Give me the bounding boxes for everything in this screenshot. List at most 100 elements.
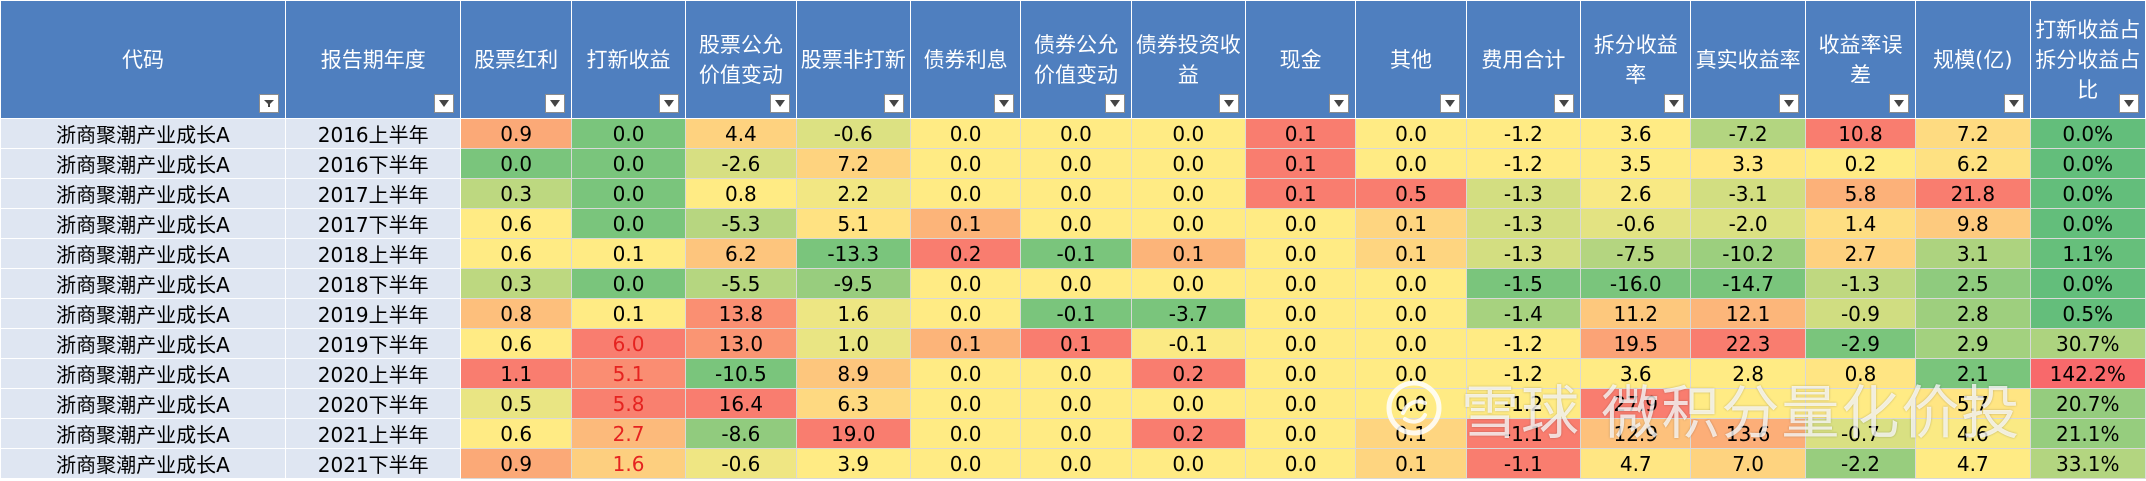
cell-split-return[interactable]: 3.6 xyxy=(1580,118,1692,149)
cell-ipo-return[interactable]: 0.0 xyxy=(570,178,687,209)
filter-dropdown-icon[interactable] xyxy=(434,94,455,113)
cell-stock-dividend[interactable]: 0.9 xyxy=(460,448,572,479)
cell-stock-non-ipo[interactable]: 1.0 xyxy=(795,328,911,359)
cell-stock-non-ipo[interactable]: 2.2 xyxy=(795,178,911,209)
cell-other[interactable]: 0.1 xyxy=(1355,238,1467,269)
cell-ipo-share[interactable]: 21.1% xyxy=(2029,418,2146,449)
filter-dropdown-icon[interactable] xyxy=(1889,94,1910,113)
cell-ipo-return[interactable]: 0.1 xyxy=(570,238,687,269)
cell-bond-interest[interactable]: 0.1 xyxy=(909,328,1022,359)
cell-real-return[interactable]: 3.3 xyxy=(1690,148,1806,179)
column-header-total-fees[interactable]: 费用合计 xyxy=(1465,0,1582,119)
cell-fund-name[interactable]: 浙商聚潮产业成长A xyxy=(0,388,286,419)
cell-stock-fair-value[interactable]: -0.6 xyxy=(685,448,797,479)
cell-bond-fair-value[interactable]: 0.1 xyxy=(1020,328,1132,359)
cell-bond-fair-value[interactable]: -0.1 xyxy=(1020,298,1132,329)
cell-cash[interactable]: 0.1 xyxy=(1244,118,1357,149)
column-header-return-error[interactable]: 收益率误差 xyxy=(1804,0,1917,119)
cell-return-error[interactable]: -1.3 xyxy=(1804,268,1917,299)
cell-stock-fair-value[interactable]: 13.8 xyxy=(685,298,797,329)
cell-stock-dividend[interactable]: 0.9 xyxy=(460,118,572,149)
cell-ipo-return[interactable]: 0.0 xyxy=(570,208,687,239)
cell-bond-interest[interactable]: 0.0 xyxy=(909,448,1022,479)
cell-split-return[interactable]: 27.9 xyxy=(1580,388,1692,419)
cell-bond-interest[interactable]: 0.0 xyxy=(909,418,1022,449)
cell-total-fees[interactable]: -1.5 xyxy=(1465,268,1582,299)
cell-real-return[interactable]: -10.2 xyxy=(1690,238,1806,269)
cell-scale[interactable]: 3.1 xyxy=(1915,238,2031,269)
cell-stock-dividend[interactable]: 0.6 xyxy=(460,208,572,239)
cell-other[interactable]: 0.0 xyxy=(1355,388,1467,419)
cell-fund-name[interactable]: 浙商聚潮产业成长A xyxy=(0,358,286,389)
cell-stock-non-ipo[interactable]: 7.2 xyxy=(795,148,911,179)
cell-stock-fair-value[interactable]: -8.6 xyxy=(685,418,797,449)
cell-stock-non-ipo[interactable]: 5.1 xyxy=(795,208,911,239)
cell-real-return[interactable]: -14.7 xyxy=(1690,268,1806,299)
cell-fund-name[interactable]: 浙商聚潮产业成长A xyxy=(0,418,286,449)
cell-real-return[interactable]: -3.1 xyxy=(1690,178,1806,209)
cell-bond-investment-return[interactable]: 0.2 xyxy=(1130,418,1247,449)
cell-total-fees[interactable]: -1.2 xyxy=(1465,118,1582,149)
cell-stock-fair-value[interactable]: 4.4 xyxy=(685,118,797,149)
cell-split-return[interactable]: 4.7 xyxy=(1580,448,1692,479)
cell-total-fees[interactable]: -1.3 xyxy=(1465,238,1582,269)
cell-cash[interactable]: 0.0 xyxy=(1244,448,1357,479)
cell-fund-name[interactable]: 浙商聚潮产业成长A xyxy=(0,118,286,149)
filter-dropdown-icon[interactable] xyxy=(1439,94,1460,113)
cell-bond-interest[interactable]: 0.0 xyxy=(909,358,1022,389)
cell-cash[interactable]: 0.1 xyxy=(1244,178,1357,209)
cell-stock-fair-value[interactable]: 16.4 xyxy=(685,388,797,419)
cell-bond-fair-value[interactable]: 0.0 xyxy=(1020,208,1132,239)
column-header-bond-investment-return[interactable]: 债券投资收益 xyxy=(1130,0,1247,119)
cell-stock-non-ipo[interactable]: 6.3 xyxy=(795,388,911,419)
cell-ipo-share[interactable]: 0.0% xyxy=(2029,268,2146,299)
cell-period[interactable]: 2018下半年 xyxy=(284,268,462,299)
column-header-stock-dividend[interactable]: 股票红利 xyxy=(460,0,572,119)
cell-scale[interactable]: 2.8 xyxy=(1915,298,2031,329)
cell-real-return[interactable]: 7.0 xyxy=(1690,448,1806,479)
cell-fund-name[interactable]: 浙商聚潮产业成长A xyxy=(0,148,286,179)
cell-cash[interactable]: 0.0 xyxy=(1244,418,1357,449)
cell-stock-fair-value[interactable]: 13.0 xyxy=(685,328,797,359)
cell-return-error[interactable]: 2.7 xyxy=(1804,238,1917,269)
cell-period[interactable]: 2019上半年 xyxy=(284,298,462,329)
column-header-stock-non-ipo[interactable]: 股票非打新 xyxy=(795,0,911,119)
cell-stock-fair-value[interactable]: -5.5 xyxy=(685,268,797,299)
cell-period[interactable]: 2018上半年 xyxy=(284,238,462,269)
cell-cash[interactable]: 0.0 xyxy=(1244,358,1357,389)
column-header-period[interactable]: 报告期年度 xyxy=(284,0,462,119)
cell-period[interactable]: 2020上半年 xyxy=(284,358,462,389)
cell-stock-non-ipo[interactable]: -0.6 xyxy=(795,118,911,149)
cell-scale[interactable]: 2.5 xyxy=(1915,268,2031,299)
filter-dropdown-icon[interactable] xyxy=(994,94,1015,113)
cell-scale[interactable]: 9.8 xyxy=(1915,208,2031,239)
cell-bond-investment-return[interactable]: 0.1 xyxy=(1130,238,1247,269)
cell-stock-fair-value[interactable]: -5.3 xyxy=(685,208,797,239)
cell-fund-name[interactable]: 浙商聚潮产业成长A xyxy=(0,178,286,209)
column-header-stock-fair-value[interactable]: 股票公允价值变动 xyxy=(685,0,797,119)
cell-cash[interactable]: 0.1 xyxy=(1244,148,1357,179)
cell-bond-fair-value[interactable]: -0.1 xyxy=(1020,238,1132,269)
cell-split-return[interactable]: -0.6 xyxy=(1580,208,1692,239)
cell-return-error[interactable]: -2.2 xyxy=(1804,448,1917,479)
cell-bond-fair-value[interactable]: 0.0 xyxy=(1020,418,1132,449)
cell-total-fees[interactable]: -1.1 xyxy=(1465,418,1582,449)
cell-bond-fair-value[interactable]: 0.0 xyxy=(1020,178,1132,209)
cell-real-return[interactable]: -2.0 xyxy=(1690,208,1806,239)
cell-bond-interest[interactable]: 0.0 xyxy=(909,268,1022,299)
cell-bond-interest[interactable]: 0.2 xyxy=(909,238,1022,269)
cell-other[interactable]: 0.1 xyxy=(1355,208,1467,239)
filter-dropdown-icon[interactable] xyxy=(1219,94,1239,113)
cell-stock-non-ipo[interactable]: 19.0 xyxy=(795,418,911,449)
cell-total-fees[interactable]: -1.4 xyxy=(1465,298,1582,329)
filter-dropdown-icon[interactable] xyxy=(1664,94,1685,113)
cell-ipo-return[interactable]: 0.0 xyxy=(570,268,687,299)
cell-bond-fair-value[interactable]: 0.0 xyxy=(1020,268,1132,299)
cell-period[interactable]: 2016上半年 xyxy=(284,118,462,149)
cell-bond-investment-return[interactable]: -0.1 xyxy=(1130,328,1247,359)
cell-bond-interest[interactable]: 0.0 xyxy=(909,388,1022,419)
column-header-bond-fair-value[interactable]: 债券公允价值变动 xyxy=(1020,0,1132,119)
cell-real-return[interactable]: 22.3 xyxy=(1690,328,1806,359)
cell-stock-dividend[interactable]: 0.8 xyxy=(460,298,572,329)
cell-scale[interactable]: 4.6 xyxy=(1915,418,2031,449)
